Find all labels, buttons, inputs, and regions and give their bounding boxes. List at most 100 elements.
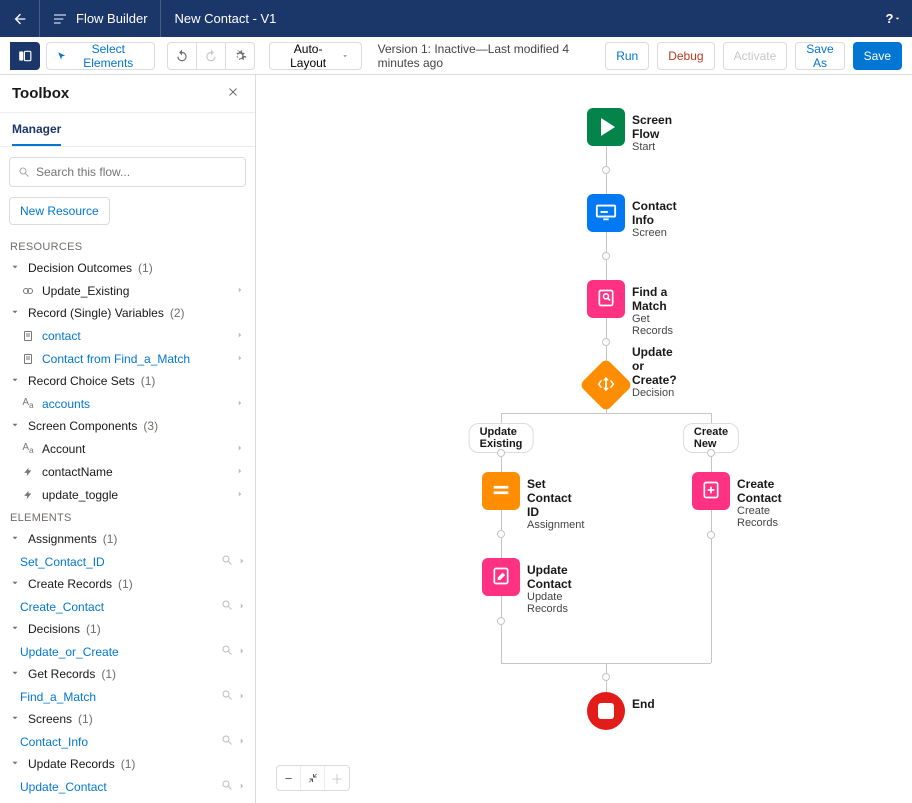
tree-item[interactable]: contactName — [0, 460, 255, 483]
flow-node-set_contact_id[interactable] — [482, 472, 520, 510]
select-elements-button[interactable]: Select Elements — [46, 42, 155, 70]
zoom-fit-button[interactable] — [301, 766, 325, 790]
group-label: Screen Components — [28, 419, 137, 433]
tree-item[interactable]: Create_Contact — [0, 595, 255, 618]
flow-node-label: Set Contact IDAssignment — [527, 477, 584, 531]
assignment-icon — [490, 479, 512, 504]
toolbox-panel: Toolbox Manager New Resource RESOURCES D… — [0, 75, 256, 803]
item-label: Find_a_Match — [20, 690, 215, 704]
flow-node-decision[interactable] — [579, 358, 633, 412]
tree-item[interactable]: contact — [0, 324, 255, 347]
help-button[interactable]: ? — [876, 0, 912, 37]
zoom-out-button[interactable]: − — [277, 766, 301, 790]
chevron-right-icon — [233, 397, 247, 411]
tree-group[interactable]: Decisions (1) — [0, 618, 255, 640]
caret-down-icon — [341, 51, 349, 61]
chevron-down-icon — [8, 577, 22, 591]
tree-item[interactable]: Update_or_Create — [0, 640, 255, 663]
tree-item[interactable]: Contact_Info — [0, 730, 255, 753]
group-label: Record (Single) Variables — [28, 306, 164, 320]
item-label: contact — [42, 329, 227, 343]
app-label: Flow Builder — [40, 0, 161, 37]
decision-icon — [595, 374, 617, 396]
flow-node-update_contact[interactable] — [482, 558, 520, 596]
flow-canvas[interactable]: Update ExistingCreate NewScreen FlowStar… — [256, 75, 912, 803]
group-label: Decision Outcomes — [28, 261, 132, 275]
flow-node-find_match[interactable] — [587, 280, 625, 318]
save-as-button[interactable]: Save As — [795, 42, 844, 70]
zoom-controls: − ＋ — [276, 765, 350, 791]
back-button[interactable] — [0, 0, 40, 37]
gear-icon — [233, 49, 247, 63]
chevron-down-icon — [8, 712, 22, 726]
chevron-right-icon — [233, 465, 247, 479]
chevron-down-icon — [8, 261, 22, 275]
tree-group[interactable]: Screen Components (3) — [0, 415, 255, 437]
end-icon — [598, 703, 614, 719]
item-label: accounts — [42, 397, 227, 411]
caret-down-icon — [893, 14, 902, 23]
close-toolbox-button[interactable] — [223, 85, 243, 102]
group-label: Get Records — [28, 667, 95, 681]
search-input-wrap[interactable] — [9, 157, 246, 187]
update-records-icon — [491, 566, 511, 589]
chevron-down-icon — [8, 757, 22, 771]
chevron-down-icon — [8, 374, 22, 388]
redo-icon — [204, 49, 218, 63]
flow-node-start[interactable] — [587, 108, 625, 146]
tree-group[interactable]: Screens (1) — [0, 708, 255, 730]
run-button[interactable]: Run — [605, 42, 649, 70]
tree-item[interactable]: Update_Contact — [0, 775, 255, 798]
tree-group[interactable]: Record Choice Sets (1) — [0, 370, 255, 392]
chevron-right-icon — [233, 329, 247, 343]
tree-group[interactable]: Create Records (1) — [0, 573, 255, 595]
tree-group[interactable]: Get Records (1) — [0, 663, 255, 685]
flow-node-end[interactable] — [587, 692, 625, 730]
resources-heading: RESOURCES — [0, 235, 255, 257]
activate-button[interactable]: Activate — [723, 42, 788, 70]
tab-manager[interactable]: Manager — [12, 122, 61, 146]
chevron-down-icon — [8, 419, 22, 433]
redo-button[interactable] — [196, 42, 226, 70]
text-icon: Aa — [20, 442, 36, 455]
tree-item[interactable]: update_toggle — [0, 483, 255, 506]
undo-button[interactable] — [167, 42, 197, 70]
zoom-in-button[interactable]: ＋ — [325, 766, 349, 790]
minus-icon: − — [285, 771, 293, 786]
tree-group[interactable]: Assignments (1) — [0, 528, 255, 550]
layout-mode-select[interactable]: Auto-Layout — [269, 42, 362, 70]
flow-node-contact_info[interactable] — [587, 194, 625, 232]
chevron-down-icon — [8, 532, 22, 546]
search-icon — [221, 554, 233, 569]
chevron-right-icon — [233, 352, 247, 366]
tree-item[interactable]: AaAccount — [0, 437, 255, 460]
tree-item[interactable]: Aaaccounts — [0, 392, 255, 415]
search-icon — [18, 166, 30, 178]
play-icon — [601, 118, 615, 136]
tree-item[interactable]: Update_Existing — [0, 279, 255, 302]
elements-heading: ELEMENTS — [0, 506, 255, 528]
tree-group[interactable]: Update Records (1) — [0, 753, 255, 775]
flow-node-create_contact[interactable] — [692, 472, 730, 510]
search-input[interactable] — [36, 165, 237, 179]
debug-button[interactable]: Debug — [657, 42, 714, 70]
tree-item[interactable]: Find_a_Match — [0, 685, 255, 708]
tree-item[interactable]: Set_Contact_ID — [0, 550, 255, 573]
toolbar: Select Elements Auto-Layout Version 1: I… — [0, 37, 912, 75]
chevron-right-icon — [237, 555, 247, 569]
app-name: Flow Builder — [76, 11, 148, 26]
save-button[interactable]: Save — [853, 42, 902, 70]
toolbox-toggle-button[interactable] — [10, 42, 40, 70]
flow-node-label: Update ContactUpdate Records — [527, 563, 572, 615]
doc-icon — [20, 353, 36, 365]
tree-item[interactable]: Contact from Find_a_Match — [0, 347, 255, 370]
item-label: contactName — [42, 465, 227, 479]
item-label: Update_or_Create — [20, 645, 215, 659]
new-resource-button[interactable]: New Resource — [9, 197, 110, 225]
undo-icon — [175, 49, 189, 63]
tree-group[interactable]: Decision Outcomes (1) — [0, 257, 255, 279]
settings-button[interactable] — [225, 42, 255, 70]
plus-icon: ＋ — [330, 769, 343, 788]
tree-group[interactable]: Record (Single) Variables (2) — [0, 302, 255, 324]
flow-node-label: End — [632, 697, 655, 711]
